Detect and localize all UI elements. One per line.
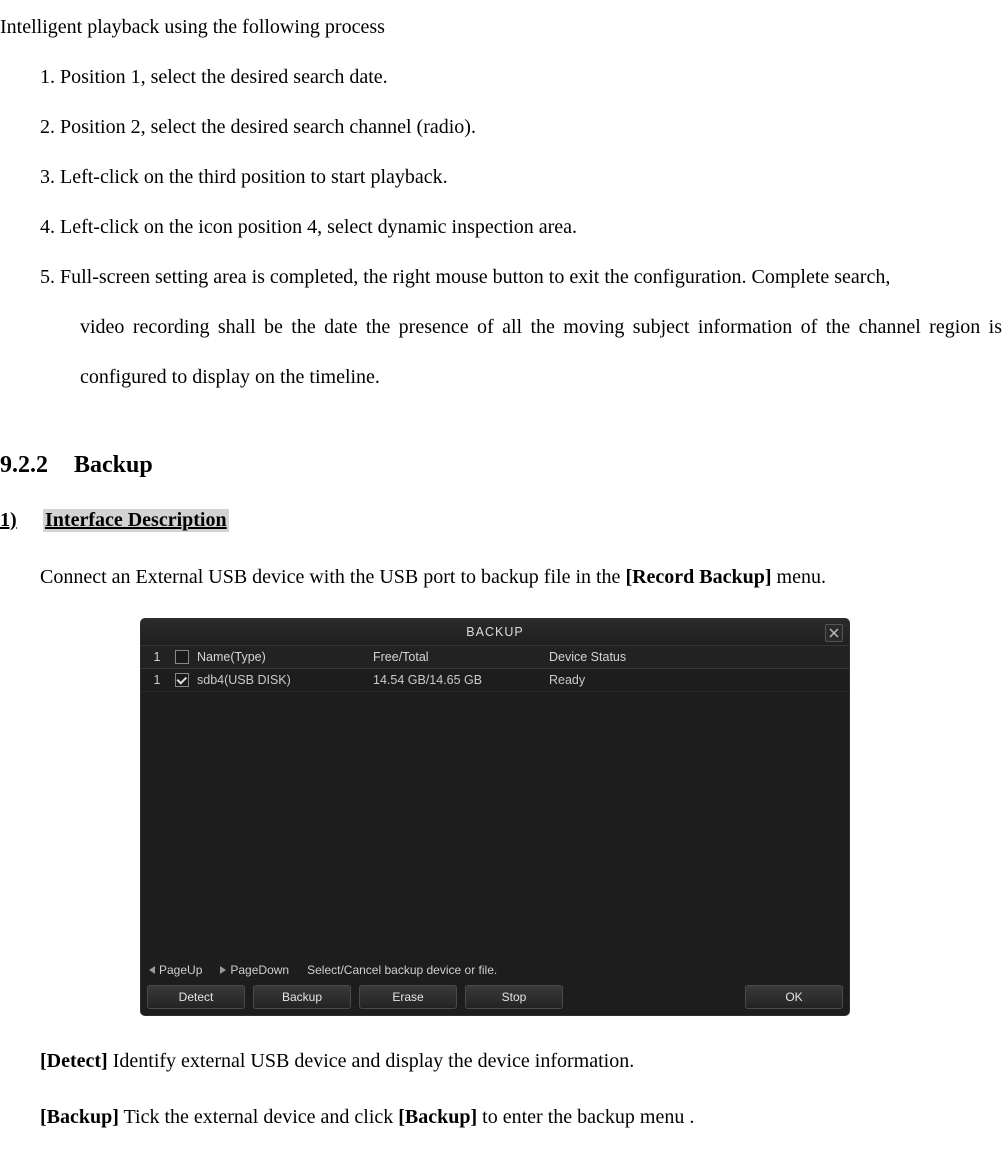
backup-dialog: BACKUP 1 Name(Type) Free/Total Device St… [140, 618, 850, 1016]
col-free: Free/Total [373, 650, 543, 664]
stop-button[interactable]: Stop [465, 985, 563, 1009]
pagedown-label: PageDown [230, 963, 289, 977]
p1-post: menu. [772, 566, 826, 588]
row-name: sdb4(USB DISK) [197, 673, 367, 687]
col-status: Device Status [549, 650, 689, 664]
p-connect-usb: Connect an External USB device with the … [0, 532, 1002, 600]
section-heading: 9.2.2 Backup [0, 452, 1002, 479]
subhead-title: Interface Description [43, 509, 229, 532]
p-detect: [Detect] Identify external USB device an… [0, 1016, 1002, 1084]
footer-hint: PageUp PageDown Select/Cancel backup dev… [147, 959, 843, 985]
p3-bold2: [Backup] [398, 1106, 477, 1128]
pageup-link[interactable]: PageUp [149, 963, 202, 977]
arrow-right-icon [220, 966, 226, 974]
col-index: 1 [147, 650, 167, 664]
footer-button-row: Detect Backup Erase Stop OK [147, 985, 843, 1009]
step-4: 4. Left-click on the icon position 4, se… [0, 202, 1002, 252]
dialog-footer: PageUp PageDown Select/Cancel backup dev… [147, 959, 843, 1009]
step-2: 2. Position 2, select the desired search… [0, 102, 1002, 152]
row-index: 1 [147, 673, 167, 687]
footer-tip: Select/Cancel backup device or file. [307, 963, 497, 977]
p2-bold: [Detect] [40, 1050, 108, 1072]
backup-button[interactable]: Backup [253, 985, 351, 1009]
row-checkbox[interactable] [175, 673, 189, 687]
intro-text: Intelligent playback using the following… [0, 0, 1002, 52]
step-5b: video recording shall be the date the pr… [0, 302, 1002, 402]
step-5a: 5. Full-screen setting area is completed… [0, 252, 1002, 302]
erase-button[interactable]: Erase [359, 985, 457, 1009]
arrow-left-icon [149, 966, 155, 974]
p2-rest: Identify external USB device and display… [108, 1050, 635, 1072]
p1-bold: [Record Backup] [625, 566, 771, 588]
table-row[interactable]: 1 sdb4(USB DISK) 14.54 GB/14.65 GB Ready [141, 669, 849, 692]
col-check [173, 650, 191, 664]
table-header-row: 1 Name(Type) Free/Total Device Status [141, 646, 849, 669]
pagedown-link[interactable]: PageDown [220, 963, 289, 977]
p1-pre: Connect an External USB device with the … [40, 566, 625, 588]
pageup-label: PageUp [159, 963, 202, 977]
ok-button[interactable]: OK [745, 985, 843, 1009]
p3-mid: Tick the external device and click [119, 1106, 398, 1128]
detect-button[interactable]: Detect [147, 985, 245, 1009]
close-icon[interactable] [825, 624, 843, 642]
section-title: Backup [74, 452, 153, 478]
dialog-title: BACKUP [466, 625, 523, 639]
step-3: 3. Left-click on the third position to s… [0, 152, 1002, 202]
header-checkbox[interactable] [175, 650, 189, 664]
row-check [173, 673, 191, 687]
section-number: 9.2.2 [0, 452, 68, 479]
p3-rest: to enter the backup menu . [477, 1106, 694, 1128]
p3-bold1: [Backup] [40, 1106, 119, 1128]
step-1: 1. Position 1, select the desired search… [0, 52, 1002, 102]
row-status: Ready [549, 673, 689, 687]
row-free: 14.54 GB/14.65 GB [373, 673, 543, 687]
sub-heading: 1) Interface Description [0, 509, 1002, 532]
dialog-titlebar: BACKUP [141, 619, 849, 646]
subhead-number: 1) [0, 509, 38, 532]
p-backup: [Backup] Tick the external device and cl… [0, 1084, 1002, 1140]
col-name: Name(Type) [197, 650, 367, 664]
